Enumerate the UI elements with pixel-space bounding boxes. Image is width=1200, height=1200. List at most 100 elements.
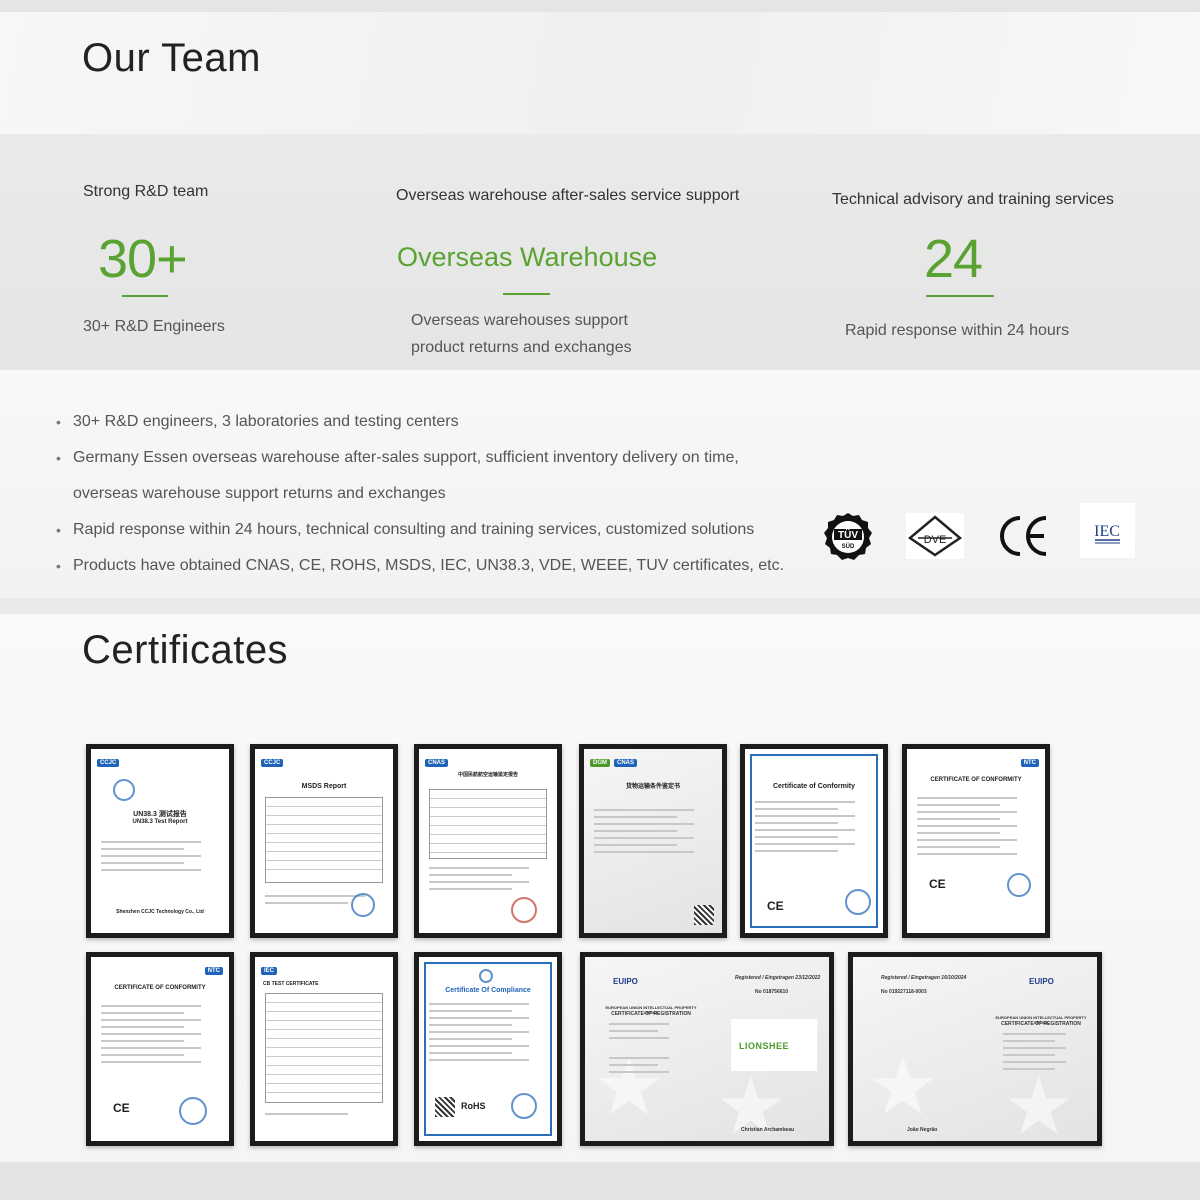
- certificate-header: CCJC: [261, 757, 387, 769]
- certificate-heading: 中国民航航空运输鉴定报告: [457, 772, 518, 778]
- tuv-label: TÜV: [838, 528, 858, 541]
- top-band: [0, 0, 1200, 12]
- certificate-paper: DGM CNAS 货物运输条件鉴定书: [584, 749, 722, 933]
- stat-label: Overseas warehouse after-sales service s…: [396, 187, 740, 204]
- certificate-text-lines: [429, 1003, 547, 1066]
- certificate-text-lines: [429, 867, 547, 895]
- bullet-text: 30+ R&D engineers, 3 laboratories and te…: [73, 413, 459, 430]
- qr-code-icon: [435, 1097, 455, 1117]
- signatory-name: Christian Archambeau: [741, 1127, 795, 1133]
- stat-value: 30+: [98, 229, 188, 289]
- qr-code-icon: [694, 905, 714, 925]
- vde-label: DVE: [924, 534, 947, 546]
- registration-number: No 018756610: [755, 989, 789, 995]
- certificate-heading: CERTIFICATE OF REGISTRATION: [611, 1011, 691, 1017]
- ntek-logo-icon: [479, 969, 493, 983]
- certificate-paper: IEC CB TEST CERTIFICATE: [255, 957, 393, 1141]
- certificate-header: NTC: [97, 965, 223, 977]
- certificate-table: [265, 797, 383, 883]
- certificate-subheading: UN38.3 Test Report: [132, 819, 188, 825]
- stamp-seal-icon: [511, 897, 537, 923]
- stat-label: Strong R&D team: [83, 183, 209, 200]
- certificate-text-lines: [101, 841, 219, 876]
- feature-bullet-list: • 30+ R&D engineers, 3 laboratories and t…: [56, 404, 816, 584]
- stat-description: Overseas warehouses support product retu…: [411, 307, 632, 361]
- ce-mark-icon: CE: [929, 877, 946, 891]
- ccjc-logo-icon: CCJC: [97, 759, 120, 767]
- certificate-paper: ★ ★ Registered / Eingetragen 16/10/2024 …: [853, 957, 1097, 1141]
- star-watermark-icon: ★: [867, 1042, 939, 1131]
- stat-value: 24: [924, 229, 983, 289]
- stat-value: Overseas Warehouse: [397, 242, 658, 272]
- certificates-title: Certificates: [82, 628, 289, 672]
- bottom-band: [0, 1162, 1200, 1200]
- bullet-dot-icon: •: [56, 414, 61, 430]
- ce-mark-icon: CE: [113, 1101, 130, 1115]
- certificate-heading: Certificate of Conformity: [772, 783, 856, 790]
- team-title: Our Team: [82, 36, 261, 80]
- sud-label: SÜD: [842, 543, 855, 550]
- certificate-conformity-3[interactable]: NTC CERTIFICATE OF CONFORMITY CE: [86, 952, 234, 1146]
- certificate-footer: Shenzhen CCJC Technology Co., Ltd: [116, 909, 204, 915]
- registration-date: Registered / Eingetragen 16/10/2024: [881, 975, 967, 981]
- certifier-seal-icon: [845, 889, 871, 915]
- certificate-paper: CNAS 中国民航航空运输鉴定报告: [419, 749, 557, 933]
- ce-mark-icon: CE: [767, 899, 784, 913]
- certificate-conformity-1[interactable]: Certificate of Conformity CE: [740, 744, 888, 938]
- certificate-text-lines: [917, 797, 1035, 860]
- bullet-dot-icon: •: [56, 522, 61, 538]
- certificate-msds[interactable]: CCJC MSDS Report: [250, 744, 398, 938]
- certificate-table: [265, 993, 383, 1103]
- star-watermark-icon: ★: [1003, 1062, 1075, 1142]
- certificate-header: NTC: [913, 757, 1039, 769]
- certificate-iec-cb[interactable]: IEC CB TEST CERTIFICATE: [250, 952, 398, 1146]
- list-item: overseas warehouse support returns and e…: [56, 476, 816, 512]
- list-item: • Rapid response within 24 hours, technic…: [56, 512, 816, 548]
- certificate-heading: MSDS Report: [301, 783, 347, 790]
- certificate-heading: CB TEST CERTIFICATE: [263, 981, 319, 987]
- certificate-un383[interactable]: CCJC UN38.3 测试报告 UN38.3 Test Report Shen…: [86, 744, 234, 938]
- bullet-dot-icon: •: [56, 558, 61, 574]
- certifier-seal-icon: [511, 1093, 537, 1119]
- cnas-logo-icon: CNAS: [425, 759, 449, 767]
- trademark-brand: LIONSHEE: [739, 1041, 790, 1051]
- certificate-paper: NTC CERTIFICATE OF CONFORMITY CE: [91, 957, 229, 1141]
- euipo-logo: EUIPO: [613, 977, 638, 986]
- bullet-dot-icon: •: [56, 450, 61, 466]
- certificate-rohs[interactable]: Certificate Of Compliance RoHS: [414, 952, 562, 1146]
- certificate-text-lines: [1003, 1033, 1077, 1075]
- certificate-euipo-1[interactable]: ★ ★ EUIPO Registered / Eingetragen 23/12…: [580, 952, 834, 1146]
- certificate-air-transport[interactable]: CNAS 中国民航航空运输鉴定报告: [414, 744, 562, 938]
- ntc-logo-icon: NTC: [204, 967, 223, 975]
- certificate-euipo-2[interactable]: ★ ★ Registered / Eingetragen 16/10/2024 …: [848, 952, 1102, 1146]
- ntc-logo-icon: NTC: [1020, 759, 1039, 767]
- certificate-paper: NTC CERTIFICATE OF CONFORMITY CE: [907, 749, 1045, 933]
- ccjc-logo-icon: CCJC: [261, 759, 284, 767]
- iec-icon: IEC: [1080, 503, 1135, 558]
- certificate-sea-transport[interactable]: DGM CNAS 货物运输条件鉴定书: [579, 744, 727, 938]
- certificate-paper: CCJC MSDS Report: [255, 749, 393, 933]
- certificate-paper: Certificate of Conformity CE: [745, 749, 883, 933]
- stamp-seal-icon: [351, 893, 375, 917]
- iec-label: IEC: [1094, 523, 1120, 540]
- euipo-logo: EUIPO: [1029, 977, 1054, 986]
- certificate-header: IEC: [261, 965, 387, 977]
- certificate-heading: CERTIFICATE OF REGISTRATION: [1001, 1021, 1081, 1027]
- certificate-heading: 货物运输条件鉴定书: [625, 784, 680, 790]
- list-item: • 30+ R&D engineers, 3 laboratories and t…: [56, 404, 816, 440]
- certificate-paper: CCJC UN38.3 测试报告 UN38.3 Test Report Shen…: [91, 749, 229, 933]
- bullet-text: overseas warehouse support returns and e…: [73, 485, 446, 502]
- trademark-box: LIONSHEE: [731, 1019, 817, 1071]
- certificate-paper: Certificate Of Compliance RoHS: [419, 957, 557, 1141]
- cnas-seal-icon: [113, 779, 135, 801]
- certificate-text-lines: [265, 1113, 383, 1120]
- certificate-heading: UN38.3 测试报告: [133, 811, 187, 818]
- certificate-text-lines: [101, 1005, 219, 1068]
- rohs-mark: RoHS: [461, 1101, 486, 1111]
- list-item: • Products have obtained CNAS, CE, ROHS, …: [56, 548, 816, 584]
- certificate-conformity-2[interactable]: NTC CERTIFICATE OF CONFORMITY CE: [902, 744, 1050, 938]
- certificate-text-lines: [594, 809, 712, 858]
- stat-label: Technical advisory and training services: [832, 191, 1114, 208]
- certificate-header: CNAS: [425, 757, 551, 769]
- stat-description-line: product returns and exchanges: [411, 339, 632, 356]
